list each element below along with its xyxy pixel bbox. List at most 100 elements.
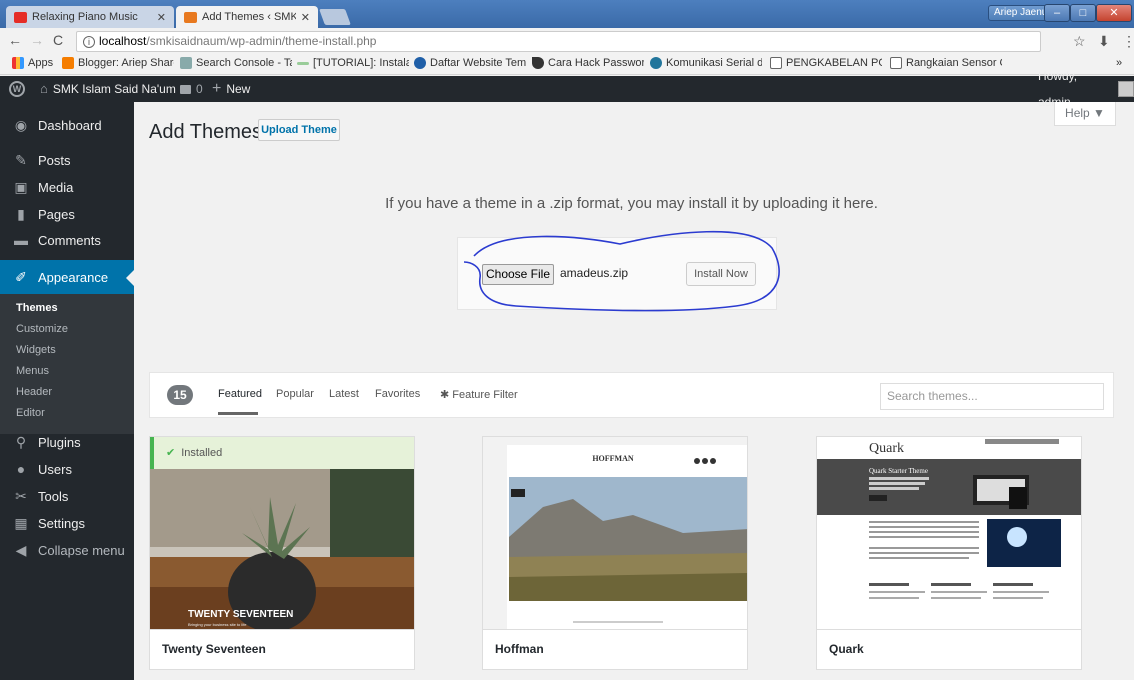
help-button[interactable]: Help ▼ [1054,102,1116,126]
theme-card-quark[interactable]: Quark Quark Starter Theme Quark [816,436,1082,670]
settings-icon: ▦ [14,514,28,531]
home-icon: ⌂ [40,81,48,96]
filter-current-underline [218,412,258,415]
theme-tagline: Bringing your business site to life [188,622,247,627]
bookmarks-bar: Apps Blogger: Ariep Share Search Console… [0,54,1134,75]
tab-relaxing-piano[interactable]: Relaxing Piano Music ✕ [6,6,174,28]
theme-screenshot: HOFFMAN [483,437,747,631]
search-console-icon [180,57,192,69]
bookmark-daftar-website[interactable]: Daftar Website Temp [414,57,526,69]
new-tab-button[interactable] [319,9,351,25]
browser-titlebar: Relaxing Piano Music ✕ Add Themes ‹ SMK … [0,0,1134,28]
choose-file-button[interactable]: Choose File [482,264,554,285]
mountain-photo: HOFFMAN [483,437,747,631]
admin-sidebar: ◉ Dashboard ✎ Posts ▣ Media ▮ Pages ▬ Comment… [0,102,134,680]
theme-screenshot: Quark Quark Starter Theme [817,437,1081,631]
apps-grid-icon [12,57,24,69]
new-content-link[interactable]: + New [212,76,250,102]
paintbrush-icon: ✐ [15,268,27,285]
dash-icon [297,61,309,65]
back-icon[interactable]: ← [8,32,22,48]
submenu-menus[interactable]: Menus [16,365,49,377]
search-themes-input[interactable]: Search themes... [880,383,1104,410]
bookmark-cara-hack[interactable]: Cara Hack Password [532,57,644,69]
submenu-customize[interactable]: Customize [16,323,68,335]
my-account-link[interactable]: Howdy, admin [1038,69,1134,109]
pages-icon: ▮ [17,205,25,222]
collapse-icon: ◀ [15,541,27,558]
install-now-button[interactable]: Install Now [686,262,756,286]
blogger-icon [62,57,74,69]
quark-preview: Quark Quark Starter Theme [817,437,1081,631]
upload-instructions: If you have a theme in a .zip format, yo… [385,195,878,212]
plus-icon: + [212,80,222,97]
tab-close-icon[interactable]: ✕ [301,11,310,24]
bookmark-tutorial[interactable]: [TUTORIAL]: Instalasi [297,57,409,69]
filter-latest[interactable]: Latest [329,388,359,400]
bookmark-rangkaian-sensor[interactable]: Rangkaian Sensor Ge [890,57,1002,69]
pin-icon: ✎ [15,151,27,168]
minimize-button[interactable]: – [1044,4,1070,22]
page-icon [890,57,902,69]
globe-icon [414,57,426,69]
filter-favorites[interactable]: Favorites [375,388,420,400]
site-name-link[interactable]: ⌂ SMK Islam Said Na'um [40,76,176,102]
filter-featured[interactable]: Featured [218,388,262,400]
comment-icon: ▬ [14,232,28,248]
theme-card-twenty-seventeen[interactable]: ✔ Installed TWENTY SEVENTEEN Bringing you… [149,436,415,670]
wp-logo-icon[interactable]: W [9,76,25,102]
theme-card-hoffman[interactable]: HOFFMAN Hoffman [482,436,748,670]
pen-icon [532,57,544,69]
theme-count-badge: 15 [167,385,193,405]
reload-icon[interactable]: C [53,32,63,48]
sidebar-item-comments[interactable]: ▬ Comments [0,223,134,257]
page-title: Add Themes [149,121,263,143]
collapse-menu-button[interactable]: ◀ Collapse menu [0,533,134,567]
info-icon[interactable]: i [83,36,95,48]
download-icon[interactable]: ⬇ [1098,33,1110,50]
comment-icon [180,84,191,94]
tab-label: Relaxing Piano Music [32,11,138,23]
menu-dots-icon[interactable]: ⋮ [1122,33,1134,50]
wp-admin-bar: W ⌂ SMK Islam Said Na'um 0 + New Howdy, … [0,69,1134,109]
submenu-header[interactable]: Header [16,386,52,398]
dashboard-icon: ◉ [14,116,28,133]
bookmarks-overflow-icon[interactable]: » [1116,57,1122,69]
submenu-widgets[interactable]: Widgets [16,344,56,356]
bookmark-blogger[interactable]: Blogger: Ariep Share [62,57,174,69]
theme-caption: HOFFMAN [592,454,634,463]
filter-popular[interactable]: Popular [276,388,314,400]
submenu-themes[interactable]: Themes [16,302,58,314]
plugin-icon: ⚲ [15,433,27,450]
star-icon[interactable]: ☆ [1073,33,1086,50]
comments-link[interactable]: 0 [180,76,203,102]
sidebar-item-appearance[interactable]: ✐ Appearance [0,260,134,294]
bookmark-apps[interactable]: Apps [12,57,53,69]
theme-hero-title: Quark Starter Theme [869,467,928,475]
forward-icon[interactable]: → [30,32,44,48]
gear-icon: ✱ [440,389,450,401]
browser-toolbar: ← → C i localhost/smkisaidnaum/wp-admin/t… [0,28,1134,54]
submenu-editor[interactable]: Editor [16,407,45,419]
sidebar-item-dashboard[interactable]: ◉ Dashboard [0,108,134,142]
bookmark-pengkabelan[interactable]: PENGKABELAN PORT [770,57,882,69]
upload-theme-button[interactable]: Upload Theme [258,119,340,141]
media-icon: ▣ [14,178,28,195]
feature-filter-button[interactable]: ✱ Feature Filter [440,388,518,401]
selected-file-name: amadeus.zip [560,266,629,280]
appearance-submenu: Themes Customize Widgets Menus Header Ed… [0,294,134,434]
wordpress-icon [650,57,662,69]
avatar [1118,81,1134,97]
address-bar[interactable]: i localhost/smkisaidnaum/wp-admin/theme-i… [76,31,1041,52]
theme-name: Hoffman [483,629,747,669]
bookmark-search-console[interactable]: Search Console - Taut [180,57,292,69]
current-arrow [126,270,134,286]
close-window-button[interactable]: ✕ [1096,4,1132,22]
wrench-icon: ✂ [15,487,27,504]
tab-close-icon[interactable]: ✕ [157,11,166,24]
bookmark-komunikasi-serial[interactable]: Komunikasi Serial di [650,57,762,69]
checkmark-icon: ✔ [166,447,176,459]
site-favicon-icon [184,11,197,23]
tab-add-themes[interactable]: Add Themes ‹ SMK Islam ✕ [176,6,318,28]
maximize-button[interactable]: □ [1070,4,1096,22]
